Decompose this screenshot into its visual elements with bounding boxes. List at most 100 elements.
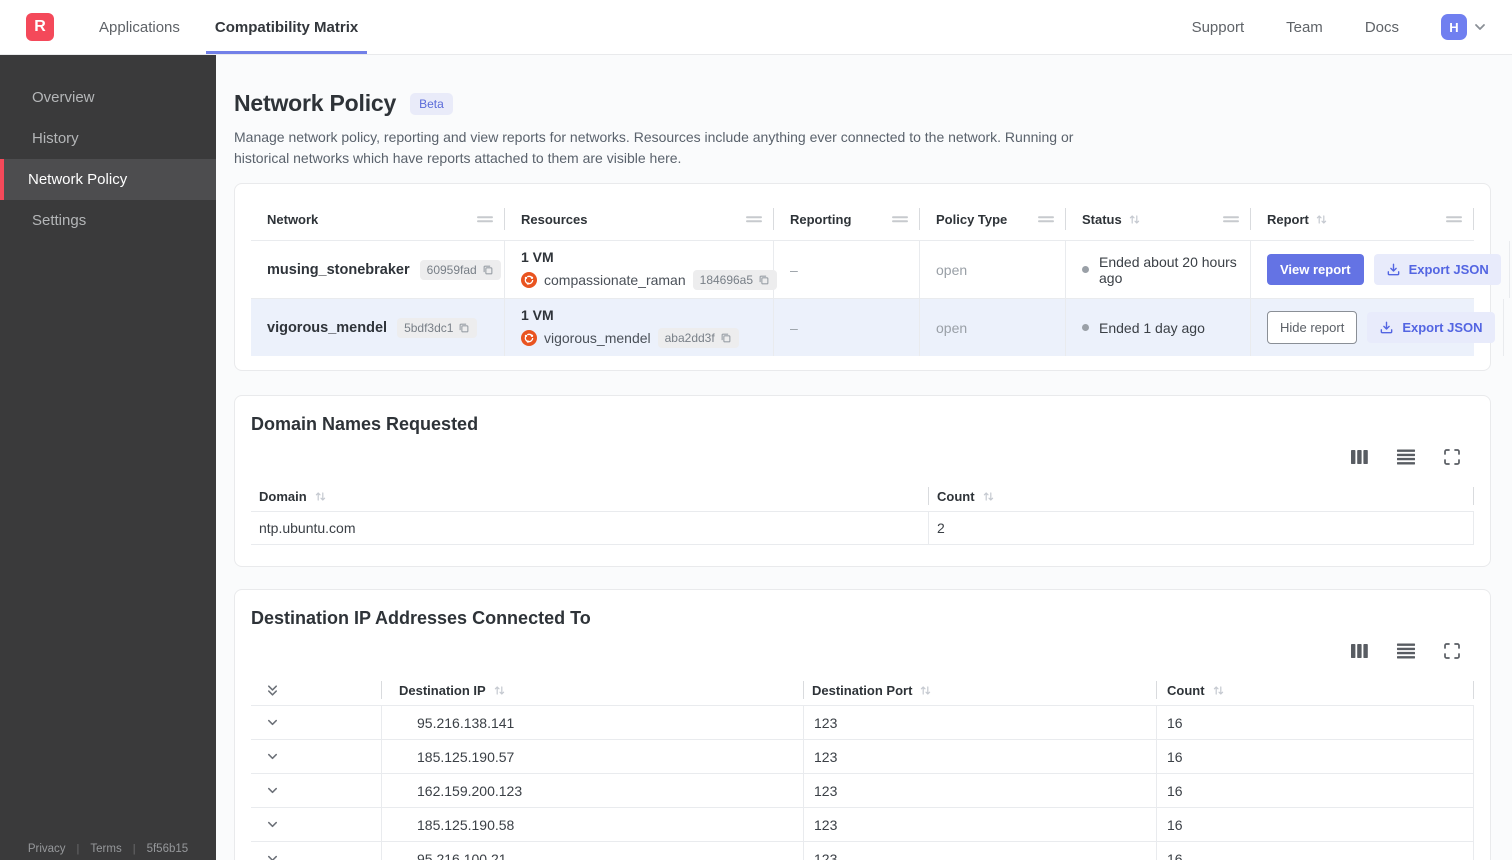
column-resize-handle[interactable]: [892, 213, 908, 225]
network-table-row[interactable]: musing_stonebraker 60959fad 1 VM compass…: [251, 240, 1510, 298]
column-header-destination-ip[interactable]: Destination IP: [382, 675, 804, 705]
export-json-button[interactable]: Export JSON: [1367, 312, 1495, 343]
domain-cell: ntp.ubuntu.com: [251, 512, 929, 544]
nav-tab-compatibility-matrix[interactable]: Compatibility Matrix: [205, 0, 368, 54]
column-resize-handle[interactable]: [746, 213, 762, 225]
destination-ip-cell: 162.159.200.123: [382, 774, 804, 807]
vm-name: vigorous_mendel: [544, 330, 651, 346]
navbar-right: Support Team Docs H: [1192, 0, 1488, 54]
expand-all-header[interactable]: [251, 675, 382, 705]
column-resize-handle[interactable]: [1446, 213, 1462, 225]
double-chevron-down-icon[interactable]: [265, 683, 280, 698]
destination-port-cell: 123: [804, 706, 1157, 739]
page-description: Manage network policy, reporting and vie…: [234, 129, 1074, 166]
privacy-link[interactable]: Privacy: [28, 843, 66, 855]
column-header-policy-type[interactable]: Policy Type: [920, 198, 1066, 240]
hide-report-button[interactable]: Hide report: [1267, 311, 1358, 344]
divider: |: [76, 843, 80, 855]
chevron-down-icon[interactable]: [265, 817, 280, 832]
row-density-icon[interactable]: [1396, 448, 1416, 466]
copy-icon[interactable]: [458, 322, 470, 334]
sort-icon[interactable]: [1128, 213, 1141, 226]
destination-ip-cell: 185.125.190.57: [382, 740, 804, 773]
sidebar: Overview History Network Policy Settings…: [0, 55, 216, 860]
status-text: Ended 1 day ago: [1099, 319, 1205, 336]
column-header-destination-port[interactable]: Destination Port: [804, 675, 1157, 705]
reporting-cell: –: [774, 241, 920, 298]
column-resize-handle[interactable]: [1038, 213, 1054, 225]
fullscreen-icon[interactable]: [1443, 448, 1461, 466]
count-cell: 16: [1157, 706, 1474, 739]
column-header-resources[interactable]: Resources: [505, 198, 774, 240]
network-cell: vigorous_mendel 5bdf3dc1: [251, 299, 505, 356]
destination-ip-cell: 95.216.138.141: [382, 706, 804, 739]
column-header-network[interactable]: Network: [251, 198, 505, 240]
column-header-report[interactable]: Report: [1251, 198, 1474, 240]
view-report-button[interactable]: View report: [1267, 254, 1364, 285]
user-menu[interactable]: H: [1441, 14, 1488, 40]
row-expander-cell: [251, 706, 382, 739]
terms-link[interactable]: Terms: [90, 843, 121, 855]
report-cell: Hide report Export JSON: [1251, 299, 1504, 356]
sort-icon[interactable]: [982, 490, 995, 503]
count-cell: 16: [1157, 808, 1474, 841]
nav-link-team[interactable]: Team: [1286, 19, 1323, 36]
app-logo[interactable]: R: [26, 13, 54, 41]
column-header-reporting[interactable]: Reporting: [774, 198, 920, 240]
ubuntu-logo-icon: [521, 272, 537, 288]
copy-icon[interactable]: [758, 274, 770, 286]
export-json-button[interactable]: Export JSON: [1373, 254, 1501, 285]
page-title: Network Policy: [234, 90, 397, 116]
nav-link-docs[interactable]: Docs: [1365, 19, 1399, 36]
columns-icon[interactable]: [1350, 642, 1369, 660]
count-cell: 16: [1157, 842, 1474, 860]
nav-link-support[interactable]: Support: [1192, 19, 1245, 36]
column-resize-handle[interactable]: [477, 213, 493, 225]
destination-table-row[interactable]: 95.216.100.21 123 16: [251, 841, 1474, 860]
sidebar-footer: Privacy | Terms | 5f56b15: [0, 843, 216, 855]
resources-count: 1 VM: [521, 249, 554, 265]
chevron-down-icon[interactable]: [265, 749, 280, 764]
network-table-row[interactable]: vigorous_mendel 5bdf3dc1 1 VM vigorous_m…: [251, 298, 1504, 356]
sidebar-item-settings[interactable]: Settings: [0, 200, 216, 241]
column-header-status[interactable]: Status: [1066, 198, 1251, 240]
sidebar-item-history[interactable]: History: [0, 118, 216, 159]
column-header-count[interactable]: Count: [1157, 675, 1474, 705]
table-toolbar: [251, 448, 1474, 466]
row-density-icon[interactable]: [1396, 642, 1416, 660]
policy-type-cell: open: [920, 299, 1066, 356]
column-header-domain[interactable]: Domain: [251, 481, 929, 511]
copy-icon[interactable]: [720, 332, 732, 344]
sort-icon[interactable]: [919, 684, 932, 697]
sort-icon[interactable]: [314, 490, 327, 503]
beta-badge: Beta: [410, 92, 453, 115]
sort-icon[interactable]: [1315, 213, 1328, 226]
chevron-down-icon[interactable]: [265, 783, 280, 798]
chevron-down-icon[interactable]: [265, 715, 280, 730]
network-hash-pill: 60959fad: [419, 259, 501, 280]
sidebar-item-overview[interactable]: Overview: [0, 77, 216, 118]
nav-tab-applications[interactable]: Applications: [90, 0, 189, 54]
destination-table-row[interactable]: 185.125.190.58 123 16: [251, 807, 1474, 841]
fullscreen-icon[interactable]: [1443, 642, 1461, 660]
domain-table-row[interactable]: ntp.ubuntu.com 2: [251, 511, 1474, 545]
chevron-down-icon[interactable]: [265, 851, 280, 860]
status-cell: Ended about 20 hours ago: [1066, 241, 1251, 298]
destination-table-row[interactable]: 162.159.200.123 123 16: [251, 773, 1474, 807]
destination-ip-cell: 95.216.100.21: [382, 842, 804, 860]
sort-icon[interactable]: [493, 684, 506, 697]
resources-cell: 1 VM vigorous_mendel aba2dd3f: [505, 299, 774, 356]
destination-table-row[interactable]: 185.125.190.57 123 16: [251, 739, 1474, 773]
columns-icon[interactable]: [1350, 448, 1369, 466]
copy-icon[interactable]: [482, 264, 494, 276]
vm-name: compassionate_raman: [544, 272, 686, 288]
sort-icon[interactable]: [1212, 684, 1225, 697]
reporting-cell: –: [774, 299, 920, 356]
column-header-count[interactable]: Count: [929, 481, 1474, 511]
download-icon: [1386, 262, 1401, 277]
avatar[interactable]: H: [1441, 14, 1467, 40]
sidebar-item-network-policy[interactable]: Network Policy: [0, 159, 216, 200]
destination-table-row[interactable]: 95.216.138.141 123 16: [251, 705, 1474, 739]
top-navbar: R Applications Compatibility Matrix Supp…: [0, 0, 1512, 55]
column-resize-handle[interactable]: [1223, 213, 1239, 225]
